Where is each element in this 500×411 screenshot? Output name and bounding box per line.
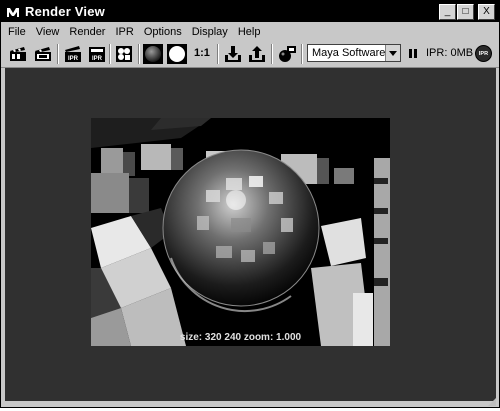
real-size-button[interactable]: 1:1 <box>194 47 210 59</box>
svg-text:IPR: IPR <box>68 56 79 62</box>
ipr-memory-label: IPR: 0MB <box>426 47 474 59</box>
menu-display[interactable]: Display <box>187 26 233 38</box>
menu-bar: File View Render IPR Options Display Hel… <box>1 23 499 41</box>
close-button[interactable]: X <box>478 4 495 20</box>
toolbar-separator <box>217 44 219 64</box>
renderer-value: Maya Software <box>312 47 386 59</box>
menu-view[interactable]: View <box>31 26 65 38</box>
render-view-window: Render View _ □ X File View Render IPR O… <box>0 0 500 408</box>
minimize-icon: _ <box>444 6 451 17</box>
render-info-label: size: 320 240 zoom: 1.000 <box>179 332 302 343</box>
pause-icon[interactable] <box>409 49 417 58</box>
menu-file[interactable]: File <box>1 26 31 38</box>
toolbar-separator <box>271 44 273 64</box>
alpha-channel-icon[interactable] <box>167 44 187 64</box>
rgb-channels-icon[interactable] <box>143 44 163 64</box>
chevron-down-icon[interactable] <box>385 45 400 61</box>
snapshot-icon[interactable] <box>277 44 297 64</box>
maximize-icon: □ <box>462 6 469 17</box>
window-title: Render View <box>25 4 105 19</box>
toolbar-separator <box>57 44 59 64</box>
minimize-button[interactable]: _ <box>439 4 456 20</box>
refresh-ipr-icon[interactable]: IPR <box>87 44 107 64</box>
toolbar-separator <box>301 44 303 64</box>
ipr-badge-label: IPR <box>478 50 489 57</box>
rendered-image: size: 320 240 zoom: 1.000 <box>91 118 390 346</box>
ipr-render-icon[interactable]: IPR <box>63 44 83 64</box>
close-icon: X <box>483 6 490 17</box>
svg-text:IPR: IPR <box>92 56 103 62</box>
remove-image-icon[interactable] <box>247 44 267 64</box>
toolbar: IPR IPR 1:1 Maya Software IPR: 0MB IPR <box>1 41 499 68</box>
title-bar[interactable]: Render View _ □ X <box>1 1 499 22</box>
redo-render-icon[interactable] <box>8 44 28 64</box>
keep-image-icon[interactable] <box>223 44 243 64</box>
ipr-memory-icon[interactable]: IPR <box>475 45 492 62</box>
maximize-button[interactable]: □ <box>457 4 474 20</box>
render-region-icon[interactable] <box>33 44 53 64</box>
toolbar-separator <box>109 44 111 64</box>
render-settings-icon[interactable] <box>114 44 134 64</box>
renderer-select[interactable]: Maya Software <box>307 44 401 62</box>
menu-render[interactable]: Render <box>64 26 110 38</box>
resize-grip-icon[interactable] <box>488 393 496 406</box>
menu-ipr[interactable]: IPR <box>110 26 138 38</box>
menu-help[interactable]: Help <box>233 26 266 38</box>
rendered-scene <box>91 118 390 346</box>
toolbar-separator <box>138 44 140 64</box>
menu-options[interactable]: Options <box>139 26 187 38</box>
render-viewport[interactable]: size: 320 240 zoom: 1.000 <box>5 68 496 406</box>
maya-logo-icon <box>5 4 21 20</box>
